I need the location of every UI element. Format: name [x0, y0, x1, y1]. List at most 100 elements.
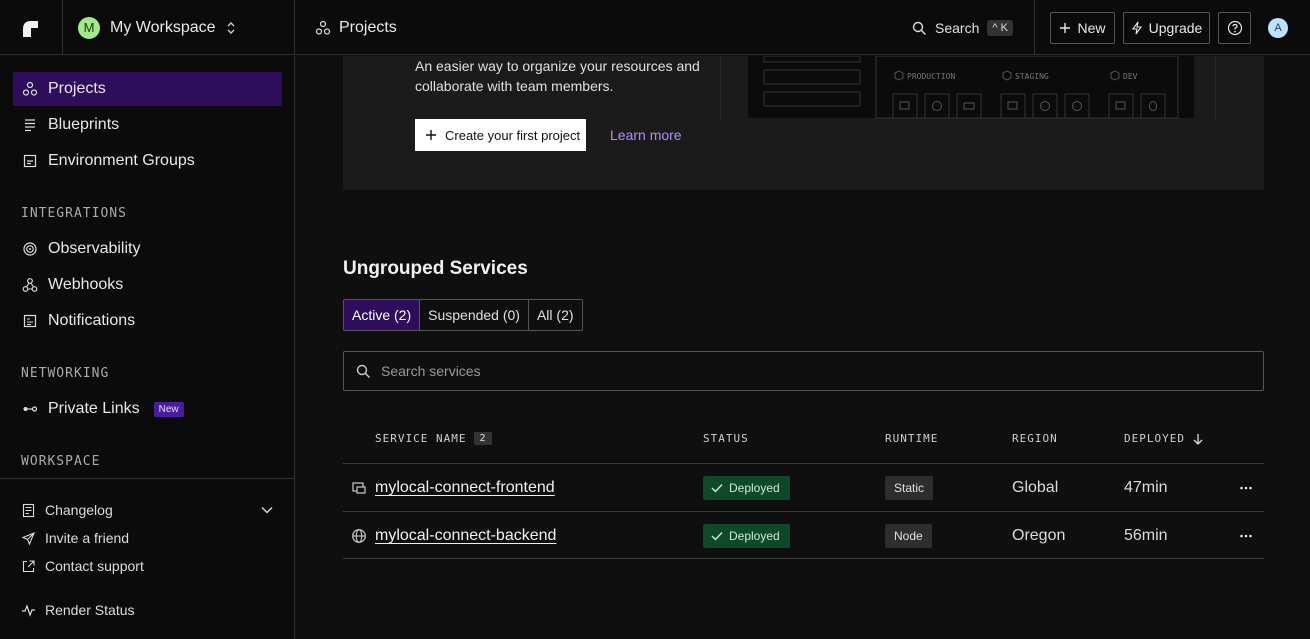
runtime-badge: Static [885, 476, 934, 500]
logo[interactable] [0, 0, 63, 55]
changelog-icon [22, 503, 35, 517]
sidebar-item-observability[interactable]: Observability [13, 232, 282, 266]
top-bar: M My Workspace Projects Search ^ K New U… [0, 0, 1310, 55]
column-header-deployed[interactable]: DEPLOYED [1124, 432, 1203, 445]
deployed-text: 56min [1124, 527, 1168, 544]
sidebar-item-projects[interactable]: Projects [13, 72, 282, 106]
global-search-button[interactable]: Search ^ K [912, 16, 1013, 40]
section-label-networking: NETWORKING [21, 366, 110, 381]
new-badge: New [153, 401, 184, 417]
sidebar-item-label: Environment Groups [48, 152, 195, 169]
status-text: Deployed [729, 481, 780, 495]
sidebar-item-private-links[interactable]: Private Links New [13, 392, 282, 426]
sidebar-item-label: Private Links [48, 400, 140, 417]
sidebar-item-label: Notifications [48, 312, 136, 329]
service-name-link[interactable]: mylocal-connect-backend [375, 527, 556, 545]
tab-suspended[interactable]: Suspended (0) [420, 300, 529, 330]
contact-support-label: Contact support [45, 558, 144, 574]
service-name-link[interactable]: mylocal-connect-frontend [375, 479, 555, 497]
table-row[interactable]: mylocal-connect-backend Deployed Node Or… [343, 511, 1264, 559]
breadcrumb: Projects [315, 0, 397, 55]
workspace-switcher[interactable]: M My Workspace [63, 0, 295, 55]
main-content: An easier way to organize your resources… [295, 56, 1310, 639]
column-header-service-name[interactable]: SERVICE NAME 2 [375, 432, 492, 445]
render-status-link[interactable]: Render Status [21, 599, 135, 621]
column-header-region[interactable]: REGION [1012, 432, 1058, 445]
more-options-icon[interactable] [1239, 534, 1253, 538]
search-shortcut: ^ K [987, 20, 1013, 36]
tab-all[interactable]: All (2) [529, 300, 582, 330]
check-icon [711, 484, 723, 493]
changelog-label: Changelog [45, 502, 113, 518]
status-badge: Deployed [703, 476, 790, 500]
service-search-box [343, 351, 1264, 391]
environment-groups-icon [23, 154, 37, 168]
upgrade-button[interactable]: Upgrade [1123, 12, 1210, 44]
table-row[interactable]: mylocal-connect-frontend Deployed Static… [343, 463, 1264, 511]
arrow-down-icon [1193, 433, 1203, 445]
more-options-icon[interactable] [1239, 486, 1253, 490]
render-status-label: Render Status [45, 602, 135, 618]
projects-icon [22, 81, 38, 96]
new-label: New [1077, 20, 1106, 36]
sidebar: Projects Blueprints Environment Groups I… [0, 56, 295, 639]
sidebar-item-webhooks[interactable]: Webhooks [13, 268, 282, 302]
send-icon [21, 531, 36, 545]
section-title: Ungrouped Services [343, 258, 528, 279]
create-project-label: Create your first project [445, 127, 581, 143]
plus-icon [426, 130, 436, 140]
activity-icon [22, 603, 35, 617]
sidebar-item-label: Projects [48, 80, 106, 97]
section-label-workspace: WORKSPACE [21, 454, 101, 469]
sidebar-item-notifications[interactable]: Notifications [13, 304, 282, 338]
sidebar-item-blueprints[interactable]: Blueprints [13, 108, 282, 142]
changelog-link[interactable]: Changelog [21, 499, 273, 521]
user-avatar[interactable]: A [1268, 18, 1288, 38]
tab-active[interactable]: Active (2) [344, 300, 421, 330]
create-project-button[interactable]: Create your first project [415, 119, 586, 151]
check-icon [711, 532, 723, 541]
service-count-badge: 2 [474, 432, 492, 445]
observability-icon [23, 242, 37, 256]
search-services-input[interactable] [381, 363, 1231, 379]
static-site-icon [352, 482, 366, 494]
help-icon [1227, 20, 1242, 36]
invite-friend-link[interactable]: Invite a friend [21, 527, 129, 549]
column-header-runtime[interactable]: RUNTIME [885, 432, 938, 445]
status-badge: Deployed [703, 524, 790, 548]
learn-more-link[interactable]: Learn more [610, 127, 682, 143]
plus-icon [1060, 23, 1071, 33]
tag-staging: STAGING [1015, 72, 1049, 81]
row-icon [351, 512, 367, 560]
status-text: Deployed [729, 529, 780, 543]
divider [0, 478, 294, 479]
banner-description: An easier way to organize your resources… [415, 58, 700, 94]
chevron-down-icon[interactable] [261, 506, 273, 514]
search-icon [912, 21, 926, 35]
column-header-status[interactable]: STATUS [703, 432, 749, 445]
workspace-name: My Workspace [110, 18, 216, 36]
runtime-badge: Node [885, 524, 932, 548]
divider [1034, 0, 1035, 55]
page-title: Projects [339, 18, 397, 36]
chevron-up-down-icon [227, 21, 235, 34]
blueprints-icon [25, 119, 35, 132]
projects-icon [315, 20, 331, 35]
render-logo-icon [23, 20, 38, 37]
search-icon [356, 364, 370, 378]
new-button[interactable]: New [1050, 12, 1115, 44]
service-filter-tabs: Active (2) Suspended (0) All (2) [343, 299, 583, 331]
sidebar-item-environment-groups[interactable]: Environment Groups [13, 144, 282, 178]
lightning-icon [1131, 21, 1142, 35]
section-label-integrations: INTEGRATIONS [21, 206, 127, 221]
upgrade-label: Upgrade [1148, 20, 1203, 36]
globe-icon [352, 529, 366, 543]
help-button[interactable] [1218, 12, 1251, 44]
contact-support-link[interactable]: Contact support [21, 555, 144, 577]
deployed-text: 47min [1124, 479, 1168, 496]
external-link-icon [22, 559, 35, 572]
search-label: Search [935, 20, 980, 36]
invite-friend-label: Invite a friend [45, 530, 130, 546]
tag-dev: DEV [1123, 72, 1138, 81]
webhooks-icon [22, 278, 38, 292]
